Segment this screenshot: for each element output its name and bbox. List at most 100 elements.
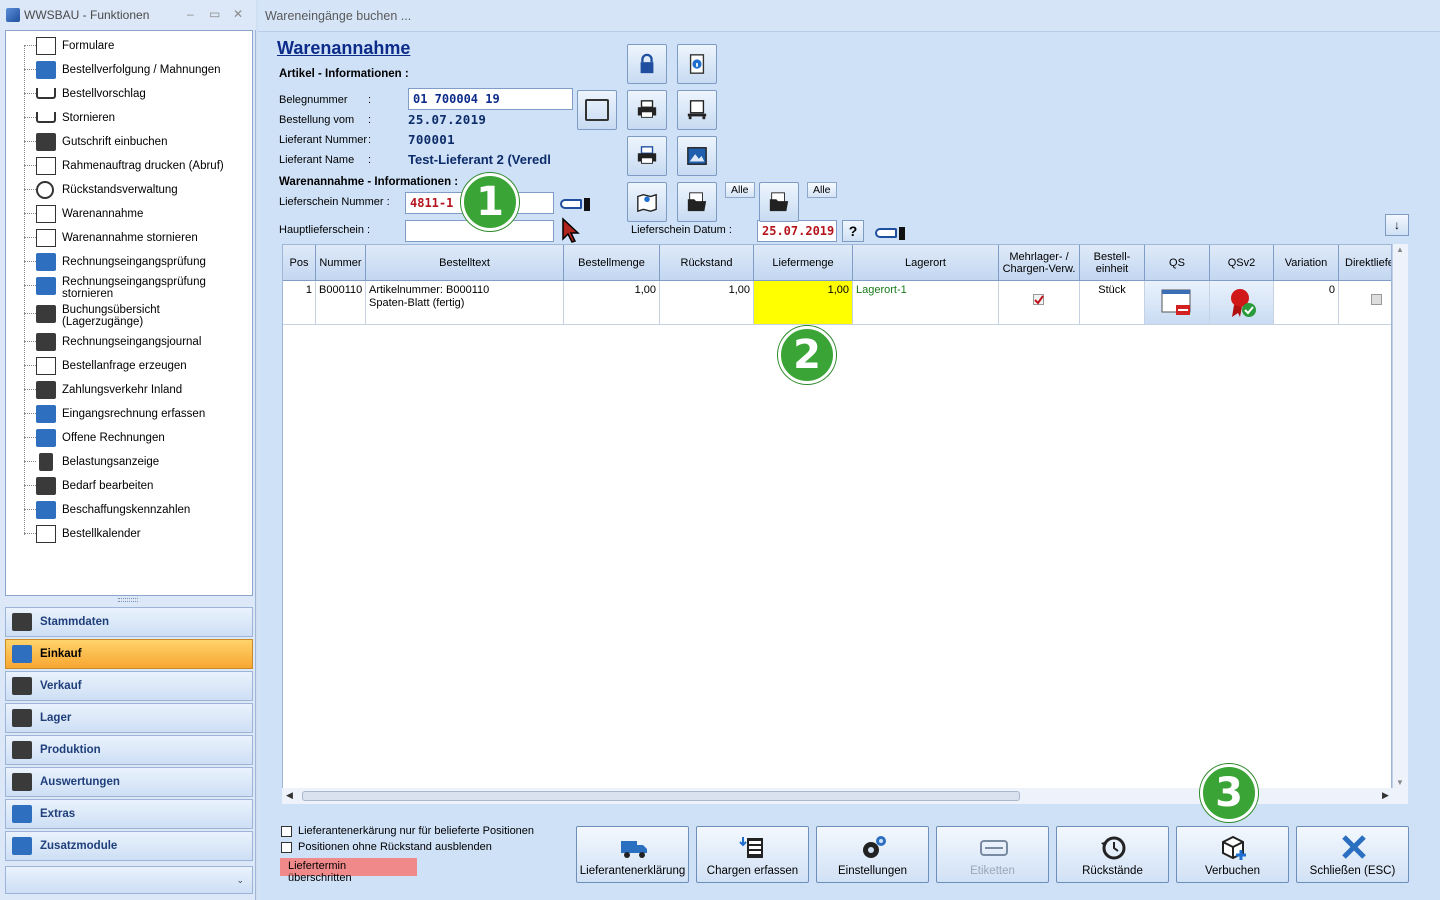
functions-panel: WWSBAU - Funktionen – ▭ ✕ Formulare Best… bbox=[0, 0, 256, 900]
etiketten-button[interactable]: Etiketten bbox=[936, 826, 1049, 883]
open-folder-button-2[interactable] bbox=[759, 182, 799, 222]
step-badge-2: 2 bbox=[778, 326, 836, 384]
column-header[interactable]: Direktliefe bbox=[1339, 245, 1391, 281]
tree-item-bestellverfolgung[interactable]: Bestellverfolgung / Mahnungen bbox=[6, 58, 252, 82]
scroll-left-icon[interactable]: ◀ bbox=[286, 790, 293, 801]
rueckstaende-button[interactable]: Rückstände bbox=[1056, 826, 1169, 883]
map-button[interactable] bbox=[627, 182, 667, 222]
scroll-up-icon[interactable]: ▲ bbox=[1396, 245, 1404, 254]
transfer-document-button[interactable] bbox=[577, 90, 617, 130]
tree-item-stornieren[interactable]: Stornieren bbox=[6, 106, 252, 130]
tree-item-belastungsanzeige[interactable]: Belastungsanzeige bbox=[6, 450, 252, 474]
tree-item-rechnungspruefung[interactable]: Rechnungseingangsprüfung bbox=[6, 250, 252, 274]
ohne-rueckstand-checkbox[interactable] bbox=[281, 842, 292, 853]
info-document-button[interactable] bbox=[677, 44, 717, 84]
tree-item-rueckstandsverwaltung[interactable]: Rückstandsverwaltung bbox=[6, 178, 252, 202]
close-icon[interactable]: ✕ bbox=[233, 7, 243, 21]
column-header[interactable]: QSv2 bbox=[1210, 245, 1274, 281]
liefererklaerung-checkbox[interactable] bbox=[281, 826, 292, 837]
alle-button-2[interactable]: Alle bbox=[807, 182, 837, 198]
scroll-right-icon[interactable]: ▶ bbox=[1382, 790, 1389, 801]
column-header[interactable]: QS bbox=[1145, 245, 1210, 281]
cell-lagerort[interactable]: Lagerort-1 bbox=[853, 281, 999, 325]
open-folder-button[interactable] bbox=[677, 182, 717, 222]
tree-item-offene-rechnungen[interactable]: Offene Rechnungen bbox=[6, 426, 252, 450]
tree-item-bestellvorschlag[interactable]: Bestellvorschlag bbox=[6, 82, 252, 106]
tree-item-formulare[interactable]: Formulare bbox=[6, 34, 252, 58]
minimize-icon[interactable]: – bbox=[187, 7, 194, 21]
nav-extras[interactable]: Extras bbox=[5, 799, 253, 829]
extras-icon bbox=[12, 805, 32, 823]
nav-lager[interactable]: Lager bbox=[5, 703, 253, 733]
tree-item-beschaffungskennzahlen[interactable]: Beschaffungskennzahlen bbox=[6, 498, 252, 522]
nav-verkauf[interactable]: Verkauf bbox=[5, 671, 253, 701]
palette-button[interactable] bbox=[677, 90, 717, 130]
tree-item-zahlungsverkehr[interactable]: Zahlungsverkehr Inland bbox=[6, 378, 252, 402]
euro-open-icon bbox=[36, 429, 56, 447]
cell-mehrlager[interactable] bbox=[999, 281, 1080, 325]
column-header[interactable]: Mehrlager- / Chargen-Verw. bbox=[999, 245, 1080, 281]
print-button[interactable] bbox=[627, 90, 667, 130]
nav-zusatzmodule[interactable]: Zusatzmodule bbox=[5, 831, 253, 861]
tree-item-warenannahme-stornieren[interactable]: Warenannahme stornieren bbox=[6, 226, 252, 250]
column-header[interactable]: Liefermenge bbox=[754, 245, 853, 281]
lieferant-nr-value: 700001 bbox=[408, 132, 455, 147]
print-preview-button[interactable] bbox=[627, 136, 667, 176]
tree-item-bestellanfrage[interactable]: Bestellanfrage erzeugen bbox=[6, 354, 252, 378]
tree-item-rechnungsjournal[interactable]: Rechnungseingangsjournal bbox=[6, 330, 252, 354]
splitter-grip[interactable] bbox=[118, 598, 138, 602]
belegnummer-field[interactable]: 01 700004 19 bbox=[408, 88, 573, 110]
liefererklaerung-label: Lieferantenerkärung nur für belieferte P… bbox=[298, 825, 535, 837]
tree-item-bestellkalender[interactable]: Bestellkalender bbox=[6, 522, 252, 546]
lieferant-nr-label: Lieferant Nummer bbox=[279, 134, 368, 146]
nav-more-button[interactable]: ⌄ bbox=[5, 866, 253, 894]
cell-qs[interactable] bbox=[1145, 281, 1210, 325]
alle-button-1[interactable]: Alle bbox=[725, 182, 755, 198]
lieferantenerklaerung-button[interactable]: Lieferantenerklärung bbox=[576, 826, 689, 883]
column-header[interactable]: Pos bbox=[283, 245, 316, 281]
scroll-thumb[interactable] bbox=[302, 791, 1020, 801]
column-header[interactable]: Nummer bbox=[316, 245, 366, 281]
cell-direktlieferung[interactable] bbox=[1339, 281, 1391, 325]
tree-item-eingangsrechnung[interactable]: Eingangsrechnung erfassen bbox=[6, 402, 252, 426]
mehrlager-checkbox[interactable] bbox=[1033, 294, 1044, 305]
vertical-scrollbar[interactable]: ▲ ▼ bbox=[1392, 244, 1408, 794]
pointing-hand-icon[interactable] bbox=[560, 195, 592, 213]
lieferschein-datum-input[interactable]: 25.07.2019 bbox=[757, 220, 837, 242]
column-header[interactable]: Rückstand bbox=[660, 245, 754, 281]
tree-item-rechnungspruefung-stornieren[interactable]: Rechnungseingangsprüfung stornieren bbox=[6, 274, 252, 302]
cell-qsv2[interactable] bbox=[1210, 281, 1274, 325]
tree-item-gutschrift[interactable]: Gutschrift einbuchen bbox=[6, 130, 252, 154]
chargen-erfassen-button[interactable]: Chargen erfassen bbox=[696, 826, 809, 883]
einstellungen-button[interactable]: Einstellungen bbox=[816, 826, 929, 883]
warenannahme-section-heading: Warenannahme - Informationen : bbox=[279, 176, 459, 188]
shopping-cart-icon bbox=[12, 645, 32, 663]
help-button[interactable]: ? bbox=[842, 220, 864, 242]
tree-item-buchungsuebersicht[interactable]: Buchungsübersicht (Lagerzugänge) bbox=[6, 302, 252, 330]
cell-einheit: Stück bbox=[1080, 281, 1145, 325]
nav-produktion[interactable]: Produktion bbox=[5, 735, 253, 765]
nav-auswertungen[interactable]: Auswertungen bbox=[5, 767, 253, 797]
nav-einkauf[interactable]: Einkauf bbox=[5, 639, 253, 669]
tree-item-bedarf[interactable]: Bedarf bearbeiten bbox=[6, 474, 252, 498]
truck-icon bbox=[621, 841, 647, 858]
column-header[interactable]: Bestellmenge bbox=[564, 245, 660, 281]
scroll-down-icon[interactable]: ▼ bbox=[1396, 778, 1404, 787]
cell-liefermenge[interactable]: 1,00 bbox=[754, 281, 853, 325]
pointing-hand-icon[interactable] bbox=[875, 224, 907, 242]
lock-button[interactable] bbox=[627, 44, 667, 84]
image-button[interactable] bbox=[677, 136, 717, 176]
schliessen-button[interactable]: Schließen (ESC) bbox=[1296, 826, 1409, 883]
lieferant-name-value: Test-Lieferant 2 (Veredl bbox=[408, 152, 551, 167]
tree-item-warenannahme[interactable]: Warenannahme bbox=[6, 202, 252, 226]
column-header[interactable]: Bestelltext bbox=[366, 245, 564, 281]
maximize-icon[interactable]: ▭ bbox=[209, 7, 220, 21]
direktlieferung-checkbox[interactable] bbox=[1371, 294, 1382, 305]
column-header[interactable]: Lagerort bbox=[853, 245, 999, 281]
sort-button[interactable]: ↓ bbox=[1385, 214, 1409, 236]
column-header[interactable]: Bestell- einheit bbox=[1080, 245, 1145, 281]
nav-stammdaten[interactable]: Stammdaten bbox=[5, 607, 253, 637]
verbuchen-button[interactable]: Verbuchen bbox=[1176, 826, 1289, 883]
tree-item-rahmenauftrag[interactable]: Rahmenauftrag drucken (Abruf) bbox=[6, 154, 252, 178]
column-header[interactable]: Variation bbox=[1274, 245, 1339, 281]
